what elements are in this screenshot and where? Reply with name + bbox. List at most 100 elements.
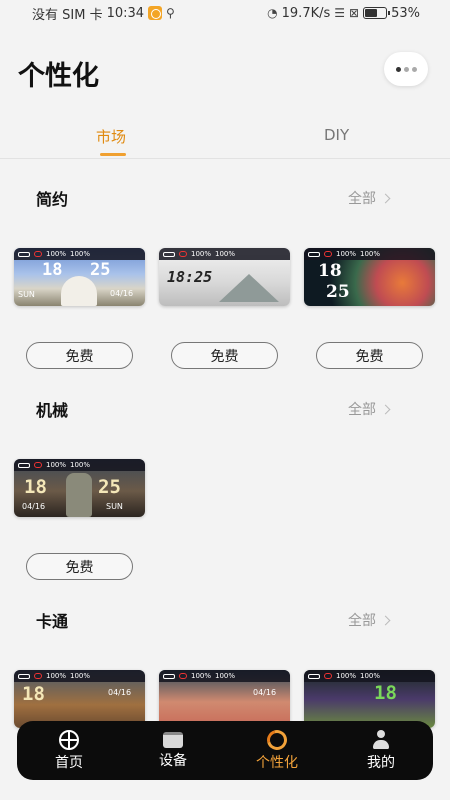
usb-icon: ⚲ (166, 6, 175, 20)
status-left: 没有 SIM 卡 10:34 ⚲ (32, 4, 175, 23)
watch-face-card[interactable]: 100% 100% 18:25 (159, 248, 290, 306)
section-title-cartoon: 卡通 (36, 612, 69, 631)
speed-gauge-icon: ◔ (267, 6, 278, 20)
free-button[interactable]: 免费 (316, 342, 423, 369)
face-pct: 100% (70, 672, 91, 680)
section-all-link-mechanical[interactable]: 全部 (348, 399, 391, 419)
all-label: 全部 (348, 613, 376, 629)
tab-divider (0, 158, 450, 159)
mountain-image (219, 274, 279, 302)
face-pct: 100% (70, 461, 91, 469)
status-right: ◔ 19.7K/s ☰ ⊠ 53% (267, 6, 420, 21)
face-pct: 100% (46, 461, 67, 469)
clock-text: 10:34 (106, 5, 145, 21)
face-pct: 100% (215, 672, 236, 680)
more-options-button[interactable] (384, 52, 428, 86)
tab-diy[interactable]: DIY (324, 126, 349, 144)
face-pct: 100% (70, 250, 91, 258)
nav-item-personalize[interactable]: 个性化 (232, 725, 322, 772)
nav-label: 个性化 (256, 754, 298, 771)
nav-label: 首页 (55, 754, 83, 771)
nav-item-mine[interactable]: 我的 (336, 729, 426, 772)
watch-face-card[interactable]: 100% 100% 18 25 SUN 04/16 (14, 248, 145, 306)
face-minute: 18 (374, 682, 397, 704)
face-battery-icon (18, 462, 30, 468)
robot-image (66, 473, 92, 517)
face-battery-icon (163, 251, 175, 257)
bottom-nav-bar: 首页 设备 个性化 我的 (17, 721, 433, 780)
face-pct: 100% (336, 672, 357, 680)
face-status-bar: 100% 100% (159, 670, 290, 682)
all-label: 全部 (348, 402, 376, 418)
face-minute: 25 (98, 476, 121, 498)
face-battery-icon (163, 673, 175, 679)
nav-item-home[interactable]: 首页 (24, 729, 114, 772)
face-status-bar: 100% 100% (14, 670, 145, 682)
face-battery-icon (308, 673, 320, 679)
section-title-mechanical: 机械 (36, 401, 69, 420)
face-status-bar: 100% 100% (304, 248, 435, 260)
nav-label: 设备 (159, 752, 187, 769)
face-pct: 100% (46, 672, 67, 680)
face-pct: 100% (215, 250, 236, 258)
app-notification-icon (148, 6, 163, 20)
free-button[interactable]: 免费 (26, 553, 133, 580)
face-link-icon (324, 673, 332, 679)
free-button[interactable]: 免费 (26, 342, 133, 369)
face-status-bar: 100% 100% (304, 670, 435, 682)
taj-mahal-image (61, 276, 97, 306)
face-hour: 18 (42, 260, 63, 280)
chevron-right-icon (380, 404, 391, 414)
watch-face-card[interactable]: 100% 100% 18 (304, 670, 435, 728)
watch-face-card[interactable]: 100% 100% 04/16 (159, 670, 290, 728)
page-title: 个性化 (18, 61, 99, 92)
nav-label: 我的 (367, 754, 395, 771)
carrier-text: 没有 SIM 卡 (32, 7, 103, 23)
face-link-icon (179, 251, 187, 257)
section-all-link-cartoon[interactable]: 全部 (348, 610, 391, 630)
device-icon (163, 731, 183, 748)
face-date: 04/16 (253, 688, 277, 697)
nav-item-device[interactable]: 设备 (128, 731, 218, 770)
section-all-link-simple[interactable]: 全部 (348, 188, 391, 208)
face-battery-icon (18, 251, 30, 257)
face-pct: 100% (46, 250, 67, 258)
face-hour: 18 (318, 261, 342, 281)
chevron-right-icon (380, 615, 391, 625)
face-date: 04/16 (22, 502, 46, 511)
watch-face-card[interactable]: 100% 100% 18 25 (304, 248, 435, 306)
face-battery-icon (18, 673, 30, 679)
face-status-bar: 100% 100% (14, 459, 145, 471)
face-link-icon (324, 251, 332, 257)
watch-face-card[interactable]: 100% 100% 18 25 04/16 SUN (14, 459, 145, 517)
face-status-bar: 100% 100% (159, 248, 290, 260)
face-battery-icon (308, 251, 320, 257)
section-title-simple: 简约 (36, 190, 69, 209)
personalize-icon (263, 725, 291, 754)
free-button[interactable]: 免费 (171, 342, 278, 369)
face-hour: 18 (24, 476, 47, 498)
battery-text: 53% (391, 5, 420, 21)
face-date: 04/16 (110, 289, 134, 298)
face-pct: 100% (360, 672, 381, 680)
battery-icon (363, 7, 391, 19)
face-day: SUN (106, 502, 123, 511)
face-link-icon (34, 462, 42, 468)
status-bar: 没有 SIM 卡 10:34 ⚲ ◔ 19.7K/s ☰ ⊠ 53% (0, 0, 450, 26)
tab-market[interactable]: 市场 (96, 126, 126, 147)
wifi-icon: ☰ (334, 6, 346, 20)
face-day: SUN (18, 290, 35, 299)
face-pct: 100% (191, 250, 212, 258)
face-link-icon (179, 673, 187, 679)
watch-face-card[interactable]: 100% 100% 18 04/16 (14, 670, 145, 728)
face-date: 04/16 (108, 688, 132, 697)
more-dot-icon (411, 66, 417, 72)
face-minute: 25 (326, 282, 350, 302)
net-speed-text: 19.7K/s (281, 5, 331, 21)
profile-icon (371, 729, 391, 750)
face-pct: 100% (360, 250, 381, 258)
all-label: 全部 (348, 191, 376, 207)
face-link-icon (34, 251, 42, 257)
more-dot-icon (403, 66, 409, 72)
face-pct: 100% (191, 672, 212, 680)
